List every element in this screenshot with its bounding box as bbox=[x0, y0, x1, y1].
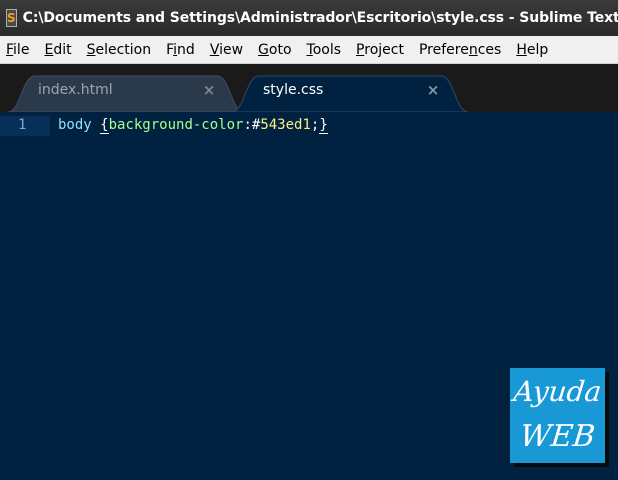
menu-preferences[interactable]: Preferences bbox=[412, 36, 509, 64]
menu-goto[interactable]: Goto bbox=[251, 36, 299, 64]
css-colon: : bbox=[243, 117, 252, 133]
close-icon[interactable]: × bbox=[425, 81, 441, 99]
menubar: File Edit Selection Find View Goto Tools… bbox=[0, 36, 618, 64]
css-brace-close: } bbox=[319, 117, 328, 134]
menu-edit[interactable]: Edit bbox=[37, 36, 79, 64]
code-line[interactable]: body {background-color:#543ed1;} bbox=[58, 117, 328, 134]
css-value: 543ed1 bbox=[260, 117, 311, 133]
menu-project[interactable]: Project bbox=[349, 36, 412, 64]
css-property: background-color bbox=[108, 117, 244, 133]
sublime-icon[interactable]: S bbox=[6, 9, 17, 27]
menu-file[interactable]: File bbox=[0, 36, 37, 64]
tab-style-css[interactable]: style.css × bbox=[232, 74, 468, 112]
tab-strip: index.html × style.css × bbox=[0, 64, 618, 112]
menu-view[interactable]: View bbox=[203, 36, 251, 64]
tab-index-html[interactable]: index.html × bbox=[8, 74, 244, 112]
ayuda-web-logo: Ayuda WEB bbox=[510, 368, 605, 463]
window-title: C:\Documents and Settings\Administrador\… bbox=[22, 10, 618, 26]
close-icon[interactable]: × bbox=[201, 81, 217, 99]
tab-label: style.css bbox=[263, 82, 324, 98]
menu-tools[interactable]: Tools bbox=[300, 36, 350, 64]
menu-help[interactable]: Help bbox=[509, 36, 556, 64]
logo-text-line2: WEB bbox=[518, 419, 597, 454]
css-brace-open: { bbox=[100, 117, 109, 134]
menu-find[interactable]: Find bbox=[159, 36, 203, 64]
window-titlebar[interactable]: S C:\Documents and Settings\Administrado… bbox=[0, 0, 618, 36]
line-gutter: 1 bbox=[0, 112, 50, 480]
menu-selection[interactable]: Selection bbox=[80, 36, 160, 64]
line-number: 1 bbox=[18, 117, 27, 133]
tab-label: index.html bbox=[38, 82, 113, 98]
logo-text-line1: Ayuda bbox=[512, 375, 604, 408]
css-selector: body bbox=[58, 117, 92, 133]
